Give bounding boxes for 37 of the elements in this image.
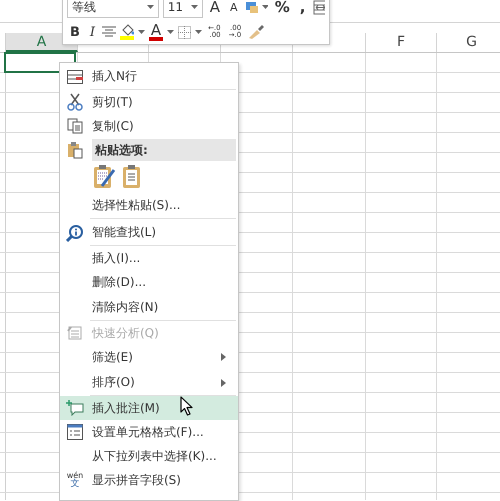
column-header[interactable]: F xyxy=(366,33,437,52)
percent-button[interactable]: % xyxy=(272,0,293,16)
menu-section-header: 粘贴选项: xyxy=(92,139,236,161)
caret-icon[interactable] xyxy=(146,5,154,9)
menu-item[interactable]: 筛选(E) xyxy=(60,345,238,369)
clipboard-icon[interactable] xyxy=(122,164,142,190)
mouse-pointer-icon xyxy=(180,396,194,416)
column-header[interactable]: G xyxy=(437,33,500,52)
borders-icon[interactable] xyxy=(178,26,192,38)
column-width-icon[interactable] xyxy=(312,0,326,14)
menu-item[interactable]: 剪切(T) xyxy=(60,90,238,114)
italic-button[interactable]: I xyxy=(86,24,98,40)
submenu-arrow-icon xyxy=(221,353,226,361)
fill-color-button[interactable] xyxy=(120,24,134,40)
font-size-field[interactable]: 11 xyxy=(162,0,203,18)
format-icon[interactable] xyxy=(244,0,258,14)
menu-item[interactable]: 删除(D)... xyxy=(60,270,238,294)
menu-item[interactable]: 插入(I)... xyxy=(60,246,238,270)
align-center-icon[interactable] xyxy=(102,26,116,38)
grow-font-button[interactable]: A xyxy=(206,0,224,16)
menu-item[interactable]: 设置单元格格式(F)... xyxy=(60,420,238,444)
font-color-button[interactable]: A xyxy=(149,23,164,41)
caret-icon[interactable] xyxy=(262,5,268,9)
caret-icon[interactable] xyxy=(167,30,174,34)
format-painter-icon[interactable] xyxy=(247,24,266,40)
caret-icon[interactable] xyxy=(190,5,198,9)
comma-button[interactable]: , xyxy=(296,0,308,16)
menu-item[interactable]: 复制(C) xyxy=(60,114,238,138)
menu-item[interactable]: 插入批注(M) xyxy=(60,396,238,420)
menu-item[interactable]: 从下拉列表中选择(K)... xyxy=(60,444,238,468)
caret-icon[interactable] xyxy=(138,30,146,34)
phonetic-icon: wén 文 xyxy=(62,472,88,488)
caret-icon[interactable] xyxy=(195,30,202,34)
submenu-arrow-icon xyxy=(221,378,226,386)
paste-formatting-icon[interactable] xyxy=(92,164,116,190)
shrink-font-button[interactable]: A xyxy=(227,0,241,14)
font-name-field[interactable]: 等线 xyxy=(67,0,159,18)
